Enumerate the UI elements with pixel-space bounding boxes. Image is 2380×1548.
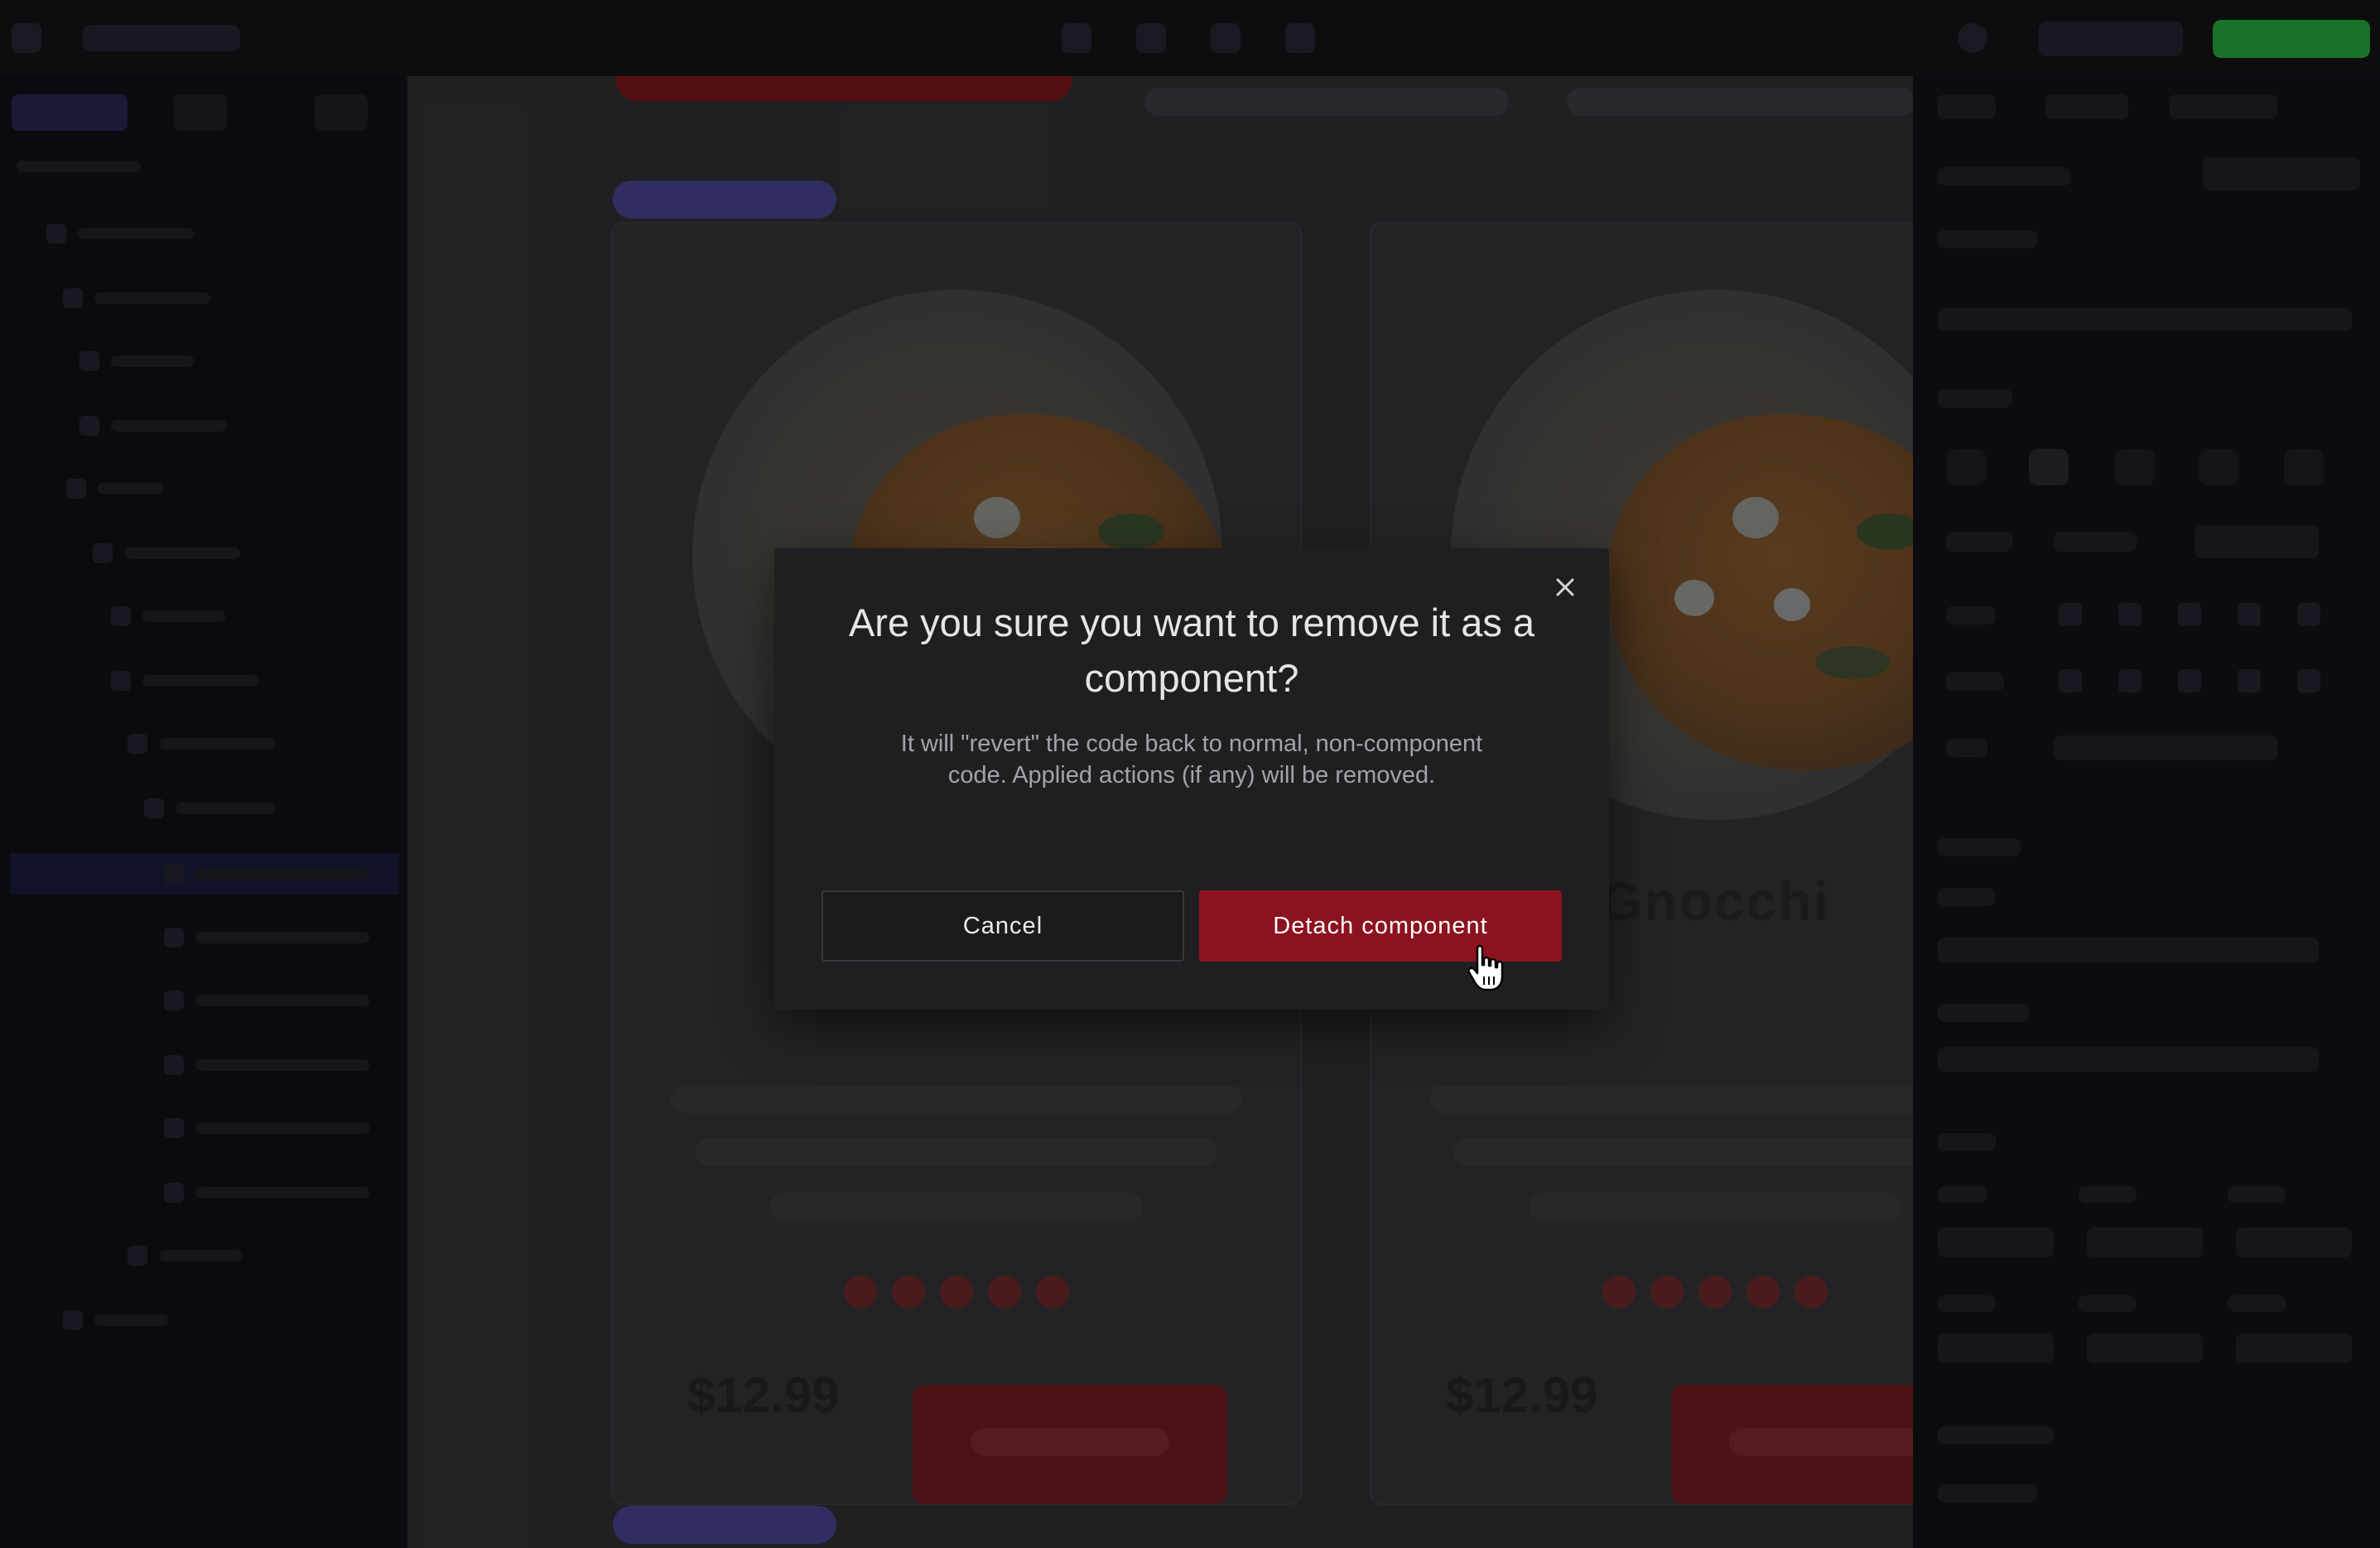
cancel-button[interactable]: Cancel [821, 890, 1184, 962]
detach-component-button[interactable]: Detach component [1199, 890, 1562, 962]
dialog-description: It will "revert" the code back to normal… [900, 731, 1483, 788]
dialog-title: Are you sure you want to remove it as a … [848, 600, 1535, 700]
detach-component-dialog: Are you sure you want to remove it as a … [774, 548, 1609, 1010]
app-window: Gnocchi $12.99 [0, 0, 2380, 1548]
